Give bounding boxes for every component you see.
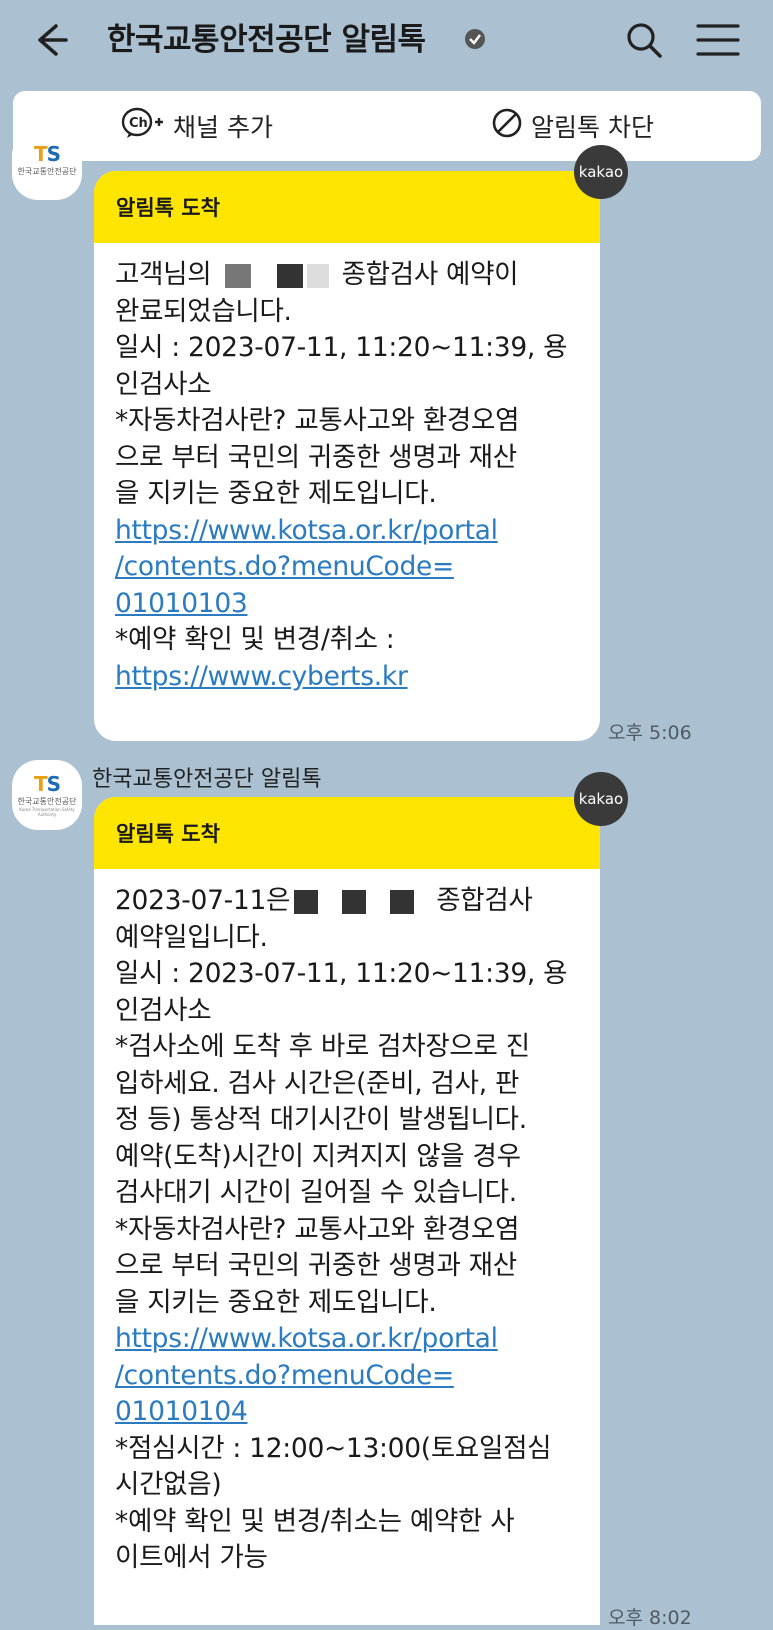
cyberts-link[interactable]: https://www.cyberts.kr [115, 659, 582, 696]
chat-title: 한국교통안전공단 알림톡 [107, 22, 426, 58]
message-line: *예약 확인 및 변경/취소는 예약한 사 [115, 1505, 515, 1537]
kotsa-link[interactable]: /contents.do?menuCode= [115, 1358, 582, 1395]
search-icon[interactable] [622, 18, 666, 62]
sender-avatar[interactable]: TS 한국교통안전공단 [12, 130, 82, 200]
kotsa-link[interactable]: https://www.kotsa.or.kr/portal [115, 513, 582, 550]
message-line: 시간없음) [115, 1469, 222, 1500]
back-arrow-icon[interactable] [30, 18, 74, 62]
message-bubble: 알림톡 도착 고객님의 종합검사 예약이 완료되었습니다. 일시 : 2023-… [94, 171, 600, 741]
avatar-org-name-en: Korea Transportation Safety Authority [19, 807, 75, 817]
message-line: 을 지키는 중요한 제도입니다. [115, 1286, 437, 1318]
message-body: 고객님의 종합검사 예약이 완료되었습니다. 일시 : 2023-07-11, … [94, 243, 600, 713]
top-bar: 한국교통안전공단 알림톡 [0, 0, 773, 80]
message-line: *예약 확인 및 변경/취소 : [115, 624, 395, 655]
kakao-badge: kakao [574, 145, 628, 199]
add-channel-button[interactable]: Ch 채널 추가 [121, 91, 273, 161]
message-line: 2023-07-11은 종합검사 [115, 883, 582, 920]
message-time: 오후 5:06 [608, 722, 692, 744]
ts-logo: TS [33, 772, 61, 796]
kotsa-link[interactable]: /contents.do?menuCode= [115, 549, 582, 586]
kakao-badge: kakao [574, 772, 628, 826]
redacted-block [342, 889, 367, 914]
channel-add-icon: Ch [121, 106, 165, 146]
message-line: *검사소에 도착 후 바로 검차장으로 진 [115, 1031, 530, 1062]
redacted-block [307, 263, 330, 288]
kotsa-link[interactable]: 01010104 [115, 1394, 582, 1431]
message-header: 알림톡 도착 [94, 797, 600, 869]
hamburger-menu-icon[interactable] [694, 18, 742, 62]
sender-name: 한국교통안전공단 알림톡 [92, 767, 322, 792]
message-line: 일시 : 2023-07-11, 11:20~11:39, 용 [115, 958, 568, 989]
message-line: 일시 : 2023-07-11, 11:20~11:39, 용 [115, 332, 568, 363]
message-line: 을 지키는 중요한 제도입니다. [115, 478, 437, 509]
kotsa-link[interactable]: 01010103 [115, 586, 582, 623]
avatar-org-name: 한국교통안전공단 [17, 797, 77, 806]
message-line: 예약(도착)시간이 지켜지지 않을 경우 [115, 1140, 521, 1172]
redacted-block [277, 263, 304, 288]
avatar-org-name: 한국교통안전공단 [17, 167, 77, 176]
message-bubble: 알림톡 도착 2023-07-11은 종합검사 예약일입니다. 일시 : 202… [94, 797, 600, 1625]
message-line: *자동차검사란? 교통사고와 환경오염 [115, 405, 520, 436]
message-line: 이트에서 가능 [115, 1542, 268, 1573]
add-channel-label: 채널 추가 [173, 113, 273, 142]
message-line: 예약일입니다. [115, 921, 268, 953]
message-line: 입하세요. 검사 시간은(준비, 검사, 판 [115, 1067, 520, 1099]
redacted-block [390, 889, 415, 914]
message-line: 고객님의 종합검사 예약이 [115, 257, 582, 294]
message-header: 알림톡 도착 [94, 171, 600, 243]
message-line: *점심시간 : 12:00~13:00(토요일점심 [115, 1432, 552, 1464]
message-line: 검사대기 시간이 길어질 수 있습니다. [115, 1177, 517, 1208]
message-line: 정 등) 통상적 대기시간이 발생됩니다. [115, 1104, 527, 1135]
message-line: 으로 부터 국민의 귀중한 생명과 재산 [115, 1250, 517, 1281]
sender-avatar[interactable]: TS 한국교통안전공단 Korea Transportation Safety … [12, 760, 82, 830]
message-line: 인검사소 [115, 368, 212, 400]
message-body: 2023-07-11은 종합검사 예약일입니다. 일시 : 2023-07-11… [94, 869, 600, 1595]
verified-badge-icon [464, 28, 486, 50]
message-text: 종합검사 [436, 885, 533, 916]
channel-action-bar: Ch 채널 추가 알림톡 차단 [13, 91, 761, 161]
message-text: 2023-07-11은 [115, 885, 291, 916]
message-text: 고객님의 [115, 259, 212, 290]
message-text: 종합검사 예약이 [341, 259, 519, 290]
message-line: *자동차검사란? 교통사고와 환경오염 [115, 1213, 520, 1245]
message-line: 완료되었습니다. [115, 295, 292, 327]
block-icon [491, 107, 523, 145]
message-line: 으로 부터 국민의 귀중한 생명과 재산 [115, 441, 517, 473]
message-line: 인검사소 [115, 994, 212, 1026]
kotsa-link[interactable]: https://www.kotsa.or.kr/portal [115, 1321, 582, 1358]
block-label: 알림톡 차단 [531, 113, 654, 142]
redacted-block [294, 889, 319, 914]
svg-text:Ch: Ch [129, 116, 148, 131]
redacted-block [225, 263, 252, 288]
block-alimtalk-button[interactable]: 알림톡 차단 [491, 91, 654, 161]
ts-logo: TS [33, 142, 61, 166]
